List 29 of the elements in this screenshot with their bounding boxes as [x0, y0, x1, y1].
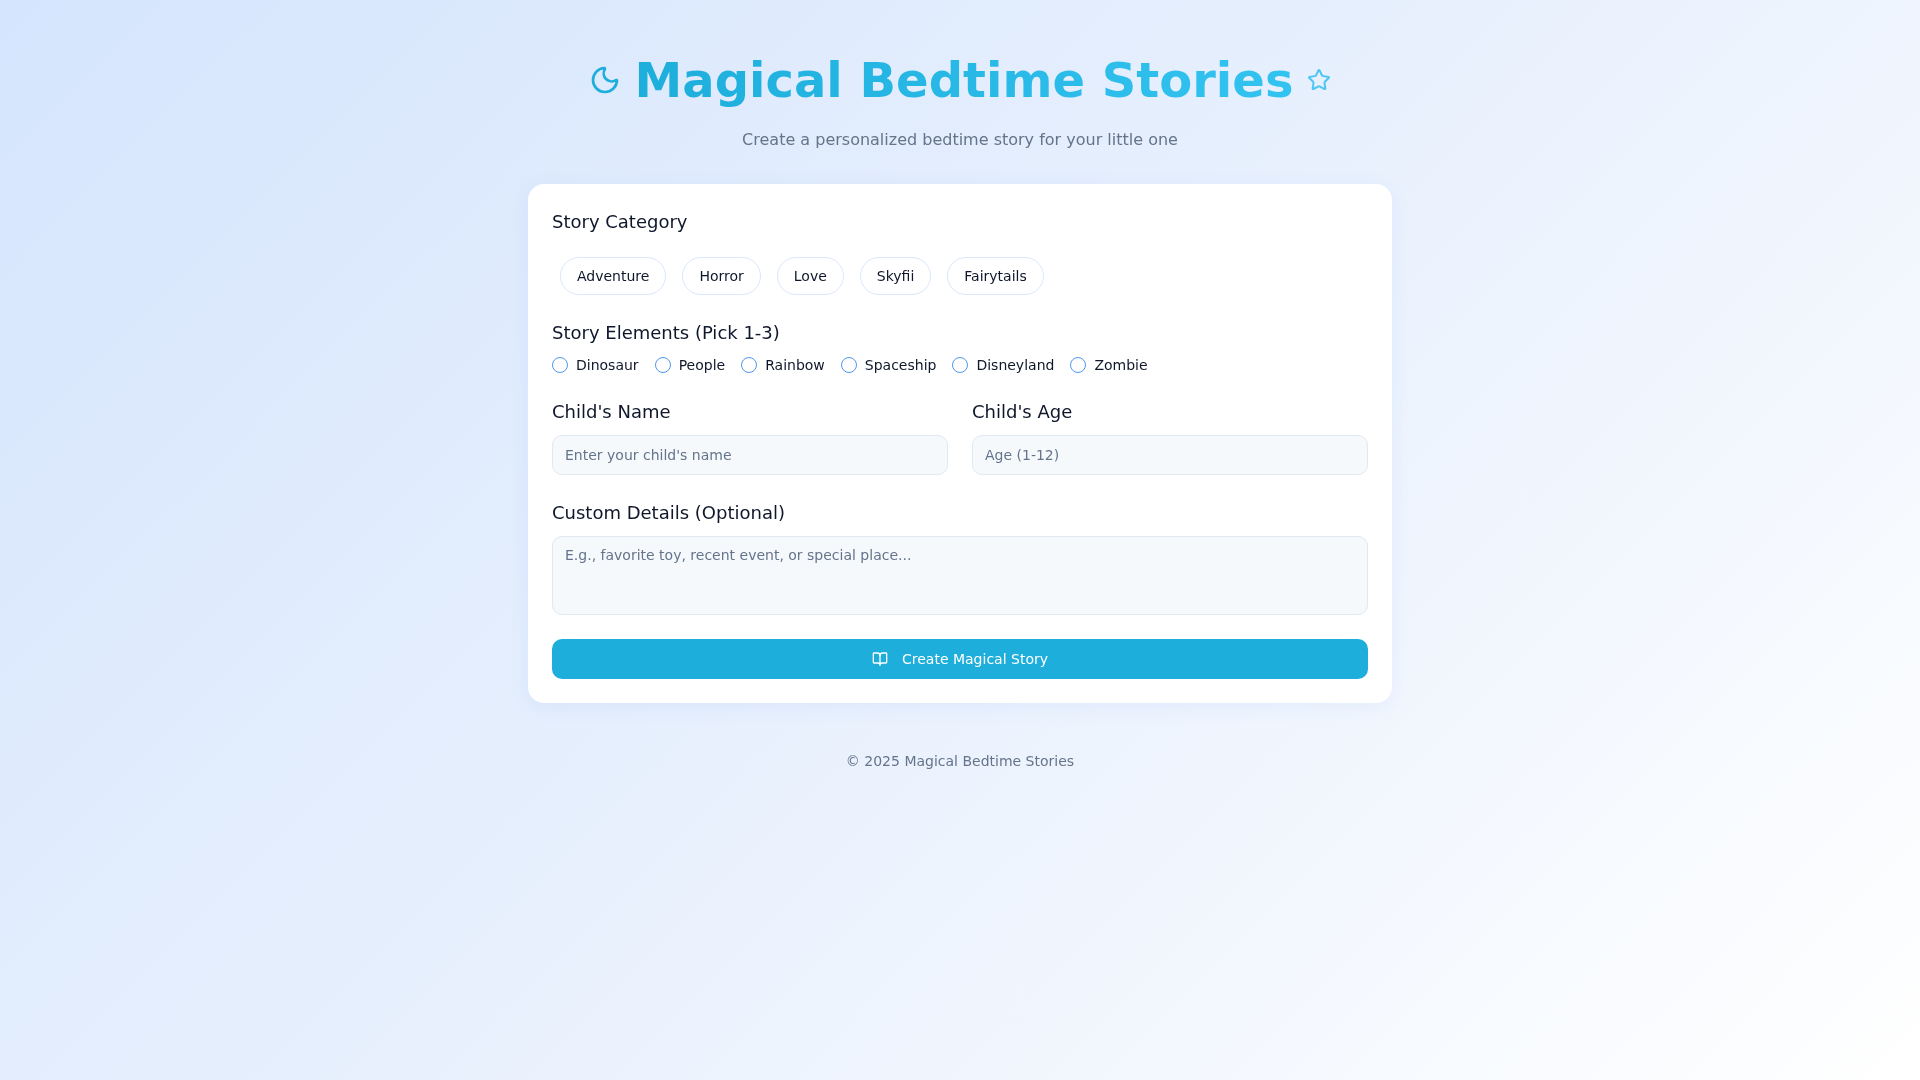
option-label: Dinosaur: [576, 356, 639, 375]
page-subtitle: Create a personalized bedtime story for your little one: [742, 129, 1178, 151]
category-chip[interactable]: Adventure: [560, 257, 667, 295]
option-label: Zombie: [1094, 356, 1148, 375]
name-input[interactable]: Enter your child's name: [552, 435, 948, 475]
age-input[interactable]: Age (1-12): [972, 435, 1368, 475]
radio-circle[interactable]: [1070, 357, 1087, 373]
option-label: Spaceship: [864, 356, 937, 375]
radio-circle[interactable]: [952, 357, 969, 373]
radio-circle[interactable]: [741, 357, 758, 373]
category-chip[interactable]: Love: [776, 257, 844, 295]
category-chip[interactable]: Horror: [682, 257, 761, 295]
star-icon: [1307, 68, 1332, 92]
footer-text: © 2025 Magical Bedtime Stories: [845, 752, 1075, 771]
section-label: Story Elements (Pick 1-3): [552, 321, 781, 345]
field-label: Child's Name: [552, 400, 672, 424]
field-label: Child's Age: [972, 400, 1074, 424]
details-textarea[interactable]: E.g., favorite toy, recent event, or special place...: [552, 536, 1368, 615]
option-label: People: [678, 356, 726, 375]
option-label: Rainbow: [765, 356, 825, 375]
option-label: Disneyland: [976, 356, 1055, 375]
radio-circle[interactable]: [654, 357, 671, 373]
book-icon: [872, 651, 888, 667]
radio-circle[interactable]: [840, 357, 857, 373]
section-label: Story Category: [552, 210, 689, 234]
category-chip[interactable]: Fairytails: [947, 257, 1044, 295]
field-label: Custom Details (Optional): [552, 501, 786, 525]
radio-circle[interactable]: [552, 357, 568, 373]
category-chip[interactable]: Skyfii: [859, 257, 932, 295]
